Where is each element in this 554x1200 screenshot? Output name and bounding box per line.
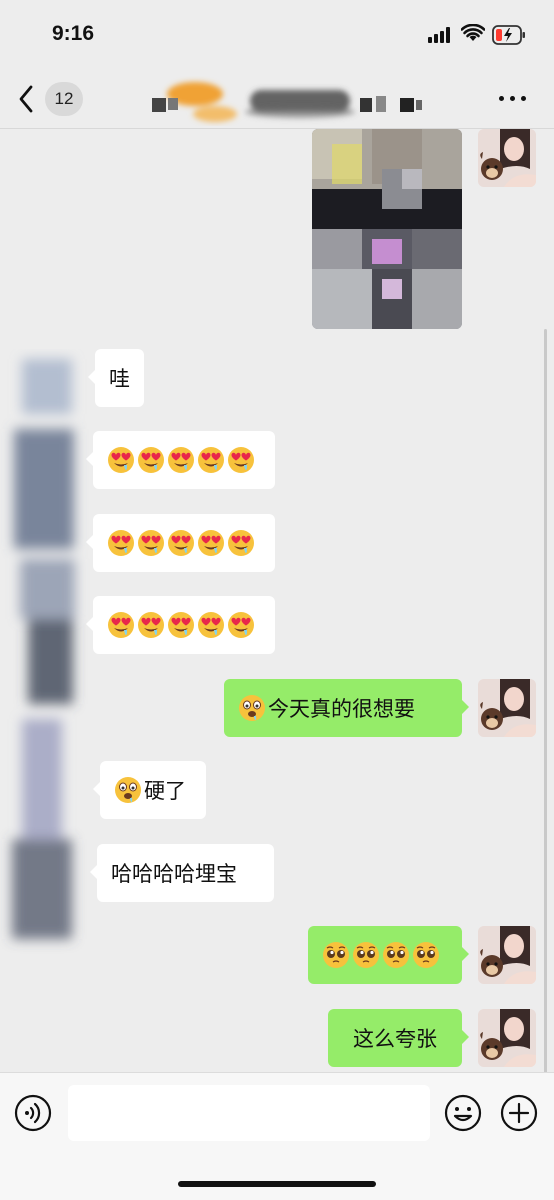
message-bubble-outgoing[interactable]: 今天真的很想要 (224, 679, 469, 737)
unread-count-badge: 12 (45, 82, 83, 116)
heart-eyes-drool-emoji (227, 446, 255, 474)
message-bubble-incoming[interactable] (86, 514, 275, 572)
heart-eyes-drool-emoji (197, 446, 225, 474)
plus-icon[interactable] (500, 1094, 538, 1132)
status-time: 9:16 (52, 22, 95, 45)
heart-eyes-drool-emoji (137, 611, 165, 639)
battery-charging-icon (492, 25, 525, 45)
heart-eyes-drool-emoji (227, 529, 255, 557)
drooling-emoji (238, 694, 266, 722)
heart-eyes-drool-emoji (107, 611, 135, 639)
back-button[interactable]: 12 (18, 82, 88, 116)
message-bubble-outgoing[interactable]: 这么夸张 (328, 1009, 469, 1067)
heart-eyes-drool-emoji (167, 611, 195, 639)
drooling-emoji (114, 776, 142, 804)
chat-header: 12 (0, 70, 554, 128)
message-text-input[interactable] (68, 1085, 430, 1141)
message-text: 哈哈哈哈埋宝 (111, 862, 237, 886)
message-bubble-incoming[interactable] (86, 596, 275, 654)
message-text: 今天真的很想要 (268, 697, 415, 721)
my-avatar[interactable] (478, 1009, 536, 1067)
cellular-signal-icon (428, 27, 450, 43)
message-bubble-incoming[interactable]: 硬了 (93, 761, 206, 819)
more-dots-icon (499, 96, 504, 101)
pixelated-image (312, 129, 462, 329)
heart-eyes-drool-emoji (107, 529, 135, 557)
chevron-left-icon (19, 85, 33, 113)
wifi-icon (461, 24, 485, 41)
heart-eyes-drool-emoji (107, 446, 135, 474)
heart-eyes-drool-emoji (227, 611, 255, 639)
heart-eyes-drool-emoji (137, 446, 165, 474)
message-text: 哇 (109, 367, 130, 391)
redacted-contact-avatar[interactable] (0, 349, 90, 959)
redacted-contact-name (152, 82, 422, 122)
emoji-icon[interactable] (444, 1094, 482, 1132)
message-bubble-incoming[interactable]: 哈哈哈哈埋宝 (90, 844, 274, 902)
heart-eyes-drool-emoji (167, 529, 195, 557)
heart-eyes-drool-emoji (197, 529, 225, 557)
status-bar: 9:16 (0, 0, 554, 70)
heart-eyes-drool-emoji (197, 611, 225, 639)
more-dots-icon (521, 96, 526, 101)
message-text: 这么夸张 (353, 1027, 437, 1051)
chat-messages[interactable]: 哇 今天真的很想要 硬了 哈哈哈哈埋宝 这么夸张 (0, 129, 554, 1072)
message-text: 硬了 (144, 779, 186, 803)
chat-scrollbar[interactable] (544, 329, 547, 1072)
more-options-button[interactable] (497, 90, 529, 106)
my-avatar[interactable] (478, 679, 536, 737)
pleading-emoji (412, 941, 440, 969)
my-avatar[interactable] (478, 926, 536, 984)
pleading-emoji (382, 941, 410, 969)
heart-eyes-drool-emoji (137, 529, 165, 557)
heart-eyes-drool-emoji (167, 446, 195, 474)
home-indicator[interactable] (178, 1181, 376, 1187)
message-input-bar (0, 1072, 554, 1200)
pleading-emoji (322, 941, 350, 969)
message-bubble-incoming[interactable] (86, 431, 275, 489)
my-avatar[interactable] (478, 129, 536, 187)
more-dots-icon (510, 96, 515, 101)
pleading-emoji (352, 941, 380, 969)
message-bubble-outgoing[interactable] (308, 926, 469, 984)
voice-icon[interactable] (14, 1094, 52, 1132)
redacted-photo-message[interactable] (312, 129, 462, 329)
message-bubble-incoming[interactable]: 哇 (88, 349, 144, 407)
